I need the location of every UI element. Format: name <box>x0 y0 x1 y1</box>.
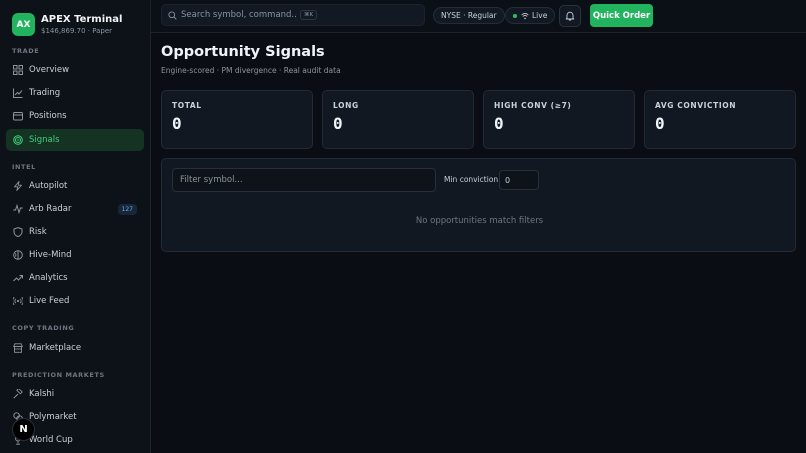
brain-icon <box>13 250 23 260</box>
stat-card-avg-conviction: AVG CONVICTION 0 <box>644 90 796 149</box>
brand-text: APEX Terminal $146,869.70 · Paper <box>41 14 122 36</box>
sidebar-item-label: Autopilot <box>29 181 68 191</box>
arb-radar-count-badge: 127 <box>117 204 137 215</box>
grid-icon <box>13 65 23 75</box>
market-status-pill: NYSE · Regular <box>433 7 505 24</box>
store-icon <box>13 343 23 353</box>
connection-status-text: Live <box>532 11 548 20</box>
sidebar-item-signals[interactable]: Signals <box>6 129 144 151</box>
filter-symbol-input[interactable] <box>172 168 436 192</box>
stat-value: 0 <box>172 114 182 133</box>
notifications-button[interactable] <box>559 5 581 27</box>
section-label-intel: INTEL <box>12 163 36 171</box>
search-icon <box>168 10 177 20</box>
sidebar-item-label: Kalshi <box>29 389 55 399</box>
signals-panel: Min conviction No opportunities match fi… <box>161 158 796 252</box>
bolt-icon <box>13 181 23 191</box>
page-title: Opportunity Signals <box>161 44 325 60</box>
wifi-icon <box>521 12 529 19</box>
sidebar-item-trading[interactable]: Trading <box>6 82 144 104</box>
sidebar-item-label: Signals <box>29 135 60 145</box>
sidebar-item-arb-radar[interactable]: Arb Radar 127 <box>6 198 144 220</box>
trending-up-icon <box>13 273 23 283</box>
sidebar-item-label: Arb Radar <box>29 204 72 214</box>
n-logo-badge[interactable]: N <box>12 418 35 441</box>
sidebar-item-label: World Cup <box>29 435 73 445</box>
account-balance: $146,869.70 · Paper <box>41 26 113 35</box>
brand-title: APEX Terminal <box>41 13 123 25</box>
chart-line-icon <box>13 88 23 98</box>
sidebar-item-label: Analytics <box>29 273 68 283</box>
min-conviction-label: Min conviction <box>444 175 499 184</box>
sidebar-item-label: Trading <box>29 88 61 98</box>
topbar: ⌘K NYSE · Regular Live Quick Order <box>151 0 806 33</box>
bell-icon <box>565 11 575 21</box>
page-subtitle: Engine-scored · PM divergence · Real aud… <box>161 66 341 75</box>
sidebar: AX APEX Terminal $146,869.70 · Paper TRA… <box>0 0 151 453</box>
sidebar-item-label: Marketplace <box>29 343 82 353</box>
section-label-copy-trading: COPY TRADING <box>12 324 75 332</box>
wallet-icon <box>13 111 23 121</box>
search-box[interactable]: ⌘K <box>161 4 425 26</box>
sidebar-item-positions[interactable]: Positions <box>6 105 144 127</box>
search-input[interactable] <box>181 10 296 20</box>
connection-status-pill[interactable]: Live <box>505 7 556 24</box>
sidebar-item-label: Hive-Mind <box>29 250 72 260</box>
stat-label: HIGH CONV (≥7) <box>494 101 572 110</box>
sidebar-item-label: Live Feed <box>29 296 70 306</box>
sidebar-item-autopilot[interactable]: Autopilot <box>6 175 144 197</box>
stat-card-total: TOTAL 0 <box>161 90 313 149</box>
sidebar-item-risk[interactable]: Risk <box>6 221 144 243</box>
section-label-prediction-markets: PREDICTION MARKETS <box>12 371 105 379</box>
sidebar-item-label: Polymarket <box>29 412 77 422</box>
sidebar-item-label: Overview <box>29 65 70 75</box>
search-shortcut-hint: ⌘K <box>300 10 318 20</box>
stat-value: 0 <box>333 114 343 133</box>
empty-state-message: No opportunities match filters <box>415 216 544 226</box>
target-icon <box>13 135 23 145</box>
sidebar-item-marketplace[interactable]: Marketplace <box>6 337 144 359</box>
stat-value: 0 <box>494 114 504 133</box>
section-label-trade: TRADE <box>12 47 40 55</box>
stat-label: AVG CONVICTION <box>655 101 737 110</box>
quick-order-button[interactable]: Quick Order <box>590 4 653 27</box>
stat-card-high-conviction: HIGH CONV (≥7) 0 <box>483 90 635 149</box>
sidebar-item-label: Risk <box>29 227 47 237</box>
activity-icon <box>13 204 23 214</box>
sidebar-item-analytics[interactable]: Analytics <box>6 267 144 289</box>
brand[interactable]: AX APEX Terminal $146,869.70 · Paper <box>12 13 122 36</box>
shield-icon <box>13 227 23 237</box>
market-status-text: NYSE · Regular <box>441 11 497 20</box>
brand-logo: AX <box>12 13 35 36</box>
sidebar-item-overview[interactable]: Overview <box>6 59 144 81</box>
sidebar-item-hive-mind[interactable]: Hive-Mind <box>6 244 144 266</box>
min-conviction-input[interactable] <box>499 170 539 190</box>
stat-value: 0 <box>655 114 665 133</box>
radio-icon <box>13 296 23 306</box>
sidebar-item-label: Positions <box>29 111 67 121</box>
live-dot-icon <box>513 13 517 18</box>
sidebar-item-live-feed[interactable]: Live Feed <box>6 290 144 312</box>
stat-label: LONG <box>333 101 359 110</box>
gavel-icon <box>13 389 23 399</box>
stat-card-long: LONG 0 <box>322 90 474 149</box>
sidebar-item-kalshi[interactable]: Kalshi <box>6 383 144 405</box>
stat-label: TOTAL <box>172 101 202 110</box>
